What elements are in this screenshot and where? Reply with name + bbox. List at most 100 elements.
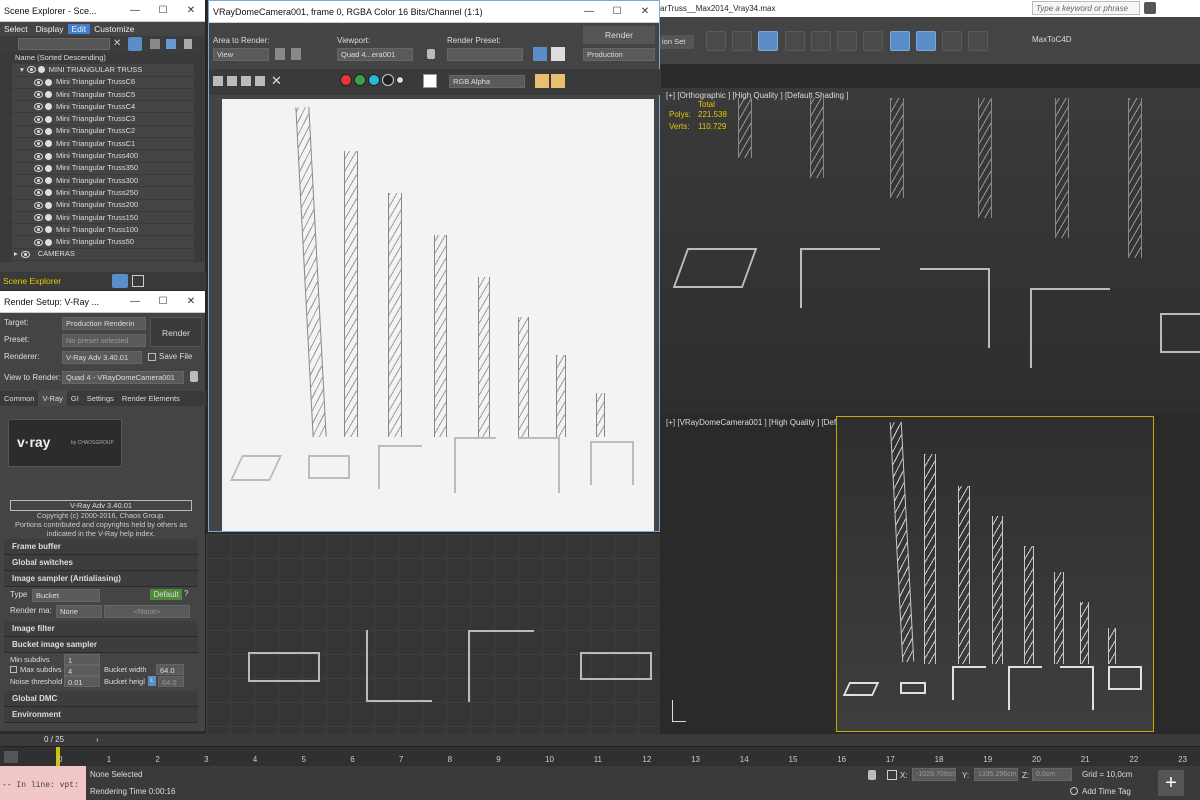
visibility-icon[interactable] bbox=[34, 103, 43, 111]
truss-corner-model[interactable] bbox=[1060, 666, 1094, 710]
add-time-tag-button[interactable]: Add Time Tag bbox=[1082, 787, 1131, 796]
save-all-icon[interactable] bbox=[227, 76, 237, 86]
time-slider[interactable]: 0 / 25 › bbox=[0, 734, 1200, 746]
setup-icon[interactable] bbox=[551, 47, 565, 61]
clear-icon[interactable]: ✕ bbox=[271, 73, 282, 89]
menu-customize[interactable]: Customize bbox=[90, 24, 138, 34]
visibility-icon[interactable] bbox=[34, 91, 43, 99]
visibility-icon[interactable] bbox=[34, 214, 43, 221]
visibility-icon[interactable] bbox=[34, 115, 43, 123]
viewport-dropdown[interactable]: Quad 4...era001 bbox=[337, 48, 413, 61]
truss-corner-model[interactable] bbox=[952, 666, 986, 700]
tree-item[interactable]: Mini Triangular Truss300 bbox=[12, 175, 194, 188]
region-icon[interactable] bbox=[275, 48, 285, 60]
curve-icon[interactable] bbox=[4, 751, 18, 763]
mono-channel-icon[interactable] bbox=[396, 76, 404, 84]
history-icon[interactable] bbox=[551, 74, 565, 88]
search-box[interactable]: Type a keyword or phrase bbox=[1032, 1, 1140, 15]
truss-corner-model[interactable] bbox=[920, 268, 990, 348]
next-frame-icon[interactable]: › bbox=[96, 735, 99, 744]
x-coordinate[interactable]: -1029,709cm bbox=[912, 768, 956, 781]
freeze-icon[interactable] bbox=[45, 201, 52, 209]
y-coordinate[interactable]: 1335,296cm bbox=[974, 768, 1018, 781]
save-file-checkbox[interactable]: Save File bbox=[148, 352, 192, 361]
truss-model[interactable] bbox=[924, 454, 936, 664]
freeze-icon[interactable] bbox=[45, 152, 52, 160]
truss-model[interactable] bbox=[958, 486, 970, 664]
mirror-icon[interactable] bbox=[706, 31, 726, 51]
tree-item[interactable]: Mini Triangular TrussC6 bbox=[12, 77, 194, 89]
curve-editor-icon[interactable] bbox=[837, 31, 858, 51]
max-subdivs-checkbox[interactable] bbox=[10, 666, 17, 673]
ribbon-icon[interactable] bbox=[784, 31, 805, 51]
render-mask-object[interactable]: <None> bbox=[104, 605, 190, 618]
truss-model[interactable] bbox=[810, 98, 824, 178]
rollout-global-switches[interactable]: Global switches bbox=[4, 555, 198, 571]
visibility-icon[interactable] bbox=[34, 177, 43, 185]
visibility-icon[interactable] bbox=[34, 78, 43, 86]
maximize-button[interactable]: ☐ bbox=[149, 296, 177, 307]
renderer-dropdown[interactable]: V-Ray Adv 3.40.01 bbox=[62, 351, 142, 364]
freeze-icon[interactable] bbox=[45, 189, 52, 197]
truss-corner-model[interactable] bbox=[1008, 666, 1042, 710]
rollout-bucket-sampler[interactable]: Bucket image sampler bbox=[4, 637, 198, 653]
absolute-mode-icon[interactable] bbox=[887, 770, 897, 780]
render-button[interactable]: Render bbox=[583, 26, 655, 44]
truss-model[interactable] bbox=[738, 98, 752, 158]
menu-display[interactable]: Display bbox=[32, 24, 68, 34]
menu-edit[interactable]: Edit bbox=[67, 24, 91, 34]
column-header[interactable]: Name (Sorted Descending) bbox=[12, 52, 194, 65]
layers-icon[interactable] bbox=[112, 274, 128, 288]
close-button[interactable]: ✕ bbox=[631, 6, 659, 17]
close-button[interactable]: ✕ bbox=[177, 5, 205, 16]
layer-stack-icon[interactable] bbox=[166, 39, 176, 49]
minimize-button[interactable]: — bbox=[575, 6, 603, 17]
truss-corner-model[interactable] bbox=[900, 682, 926, 694]
menu-select[interactable]: Select bbox=[0, 24, 32, 34]
schematic-view-icon[interactable] bbox=[863, 31, 884, 51]
tree-item[interactable]: Mini Triangular Truss250 bbox=[12, 187, 194, 200]
tree-item[interactable]: Mini Triangular TrussC2 bbox=[12, 126, 194, 139]
visibility-icon[interactable] bbox=[34, 238, 43, 246]
area-to-render-dropdown[interactable]: View bbox=[213, 48, 269, 61]
render-button[interactable]: Render bbox=[150, 317, 202, 347]
max-subdivs-input[interactable]: 4 bbox=[64, 665, 100, 676]
bucket-width-input[interactable]: 64.0 bbox=[156, 664, 184, 675]
tree-item[interactable]: Mini Triangular Truss350 bbox=[12, 163, 194, 175]
tree-cameras[interactable]: ▸ CAMERAS bbox=[12, 249, 194, 262]
frame-counter[interactable]: 0 / 25 bbox=[44, 735, 64, 744]
z-coordinate[interactable]: 0,0cm bbox=[1032, 768, 1072, 781]
freeze-icon[interactable] bbox=[45, 103, 52, 111]
channel-dropdown[interactable]: RGB Alpha bbox=[449, 75, 525, 88]
truss-model[interactable] bbox=[1024, 546, 1034, 664]
render-frame-icon[interactable] bbox=[942, 31, 963, 51]
blue-channel-icon[interactable] bbox=[368, 74, 380, 86]
production-dropdown[interactable]: Production bbox=[583, 48, 655, 61]
help-button[interactable]: ? bbox=[184, 589, 188, 598]
tree-root[interactable]: ▾ MINI TRIANGULAR TRUSS bbox=[12, 64, 194, 77]
freeze-icon[interactable] bbox=[45, 238, 52, 246]
target-dropdown[interactable]: Production Renderin bbox=[62, 317, 146, 330]
scene-scrollbar[interactable] bbox=[194, 52, 204, 262]
tree-item[interactable]: Mini Triangular TrussC1 bbox=[12, 138, 194, 151]
layer-manager-icon[interactable] bbox=[758, 31, 779, 51]
maximize-button[interactable]: ☐ bbox=[603, 6, 631, 17]
tab-render-elements[interactable]: Render Elements bbox=[118, 391, 184, 406]
truss-model[interactable] bbox=[1128, 98, 1142, 258]
rollout-image-filter[interactable]: Image filter bbox=[4, 621, 198, 637]
selection-set-dropdown[interactable]: ion Set bbox=[660, 35, 694, 49]
red-channel-icon[interactable] bbox=[340, 74, 352, 86]
truss-model[interactable] bbox=[1108, 628, 1116, 664]
save-image-icon[interactable] bbox=[213, 76, 223, 86]
green-channel-icon[interactable] bbox=[354, 74, 366, 86]
rollout-global-dmc[interactable]: Global DMC bbox=[4, 691, 198, 707]
rendered-image[interactable] bbox=[222, 99, 654, 531]
align-icon[interactable] bbox=[732, 31, 753, 51]
truss-corner-model[interactable] bbox=[672, 248, 758, 288]
truss-corner-model[interactable] bbox=[468, 630, 534, 702]
minimize-button[interactable]: — bbox=[121, 5, 149, 16]
visibility-icon[interactable] bbox=[34, 189, 43, 197]
teapot-icon[interactable] bbox=[533, 47, 547, 61]
freeze-icon[interactable] bbox=[45, 127, 52, 135]
visibility-icon[interactable] bbox=[34, 127, 43, 135]
